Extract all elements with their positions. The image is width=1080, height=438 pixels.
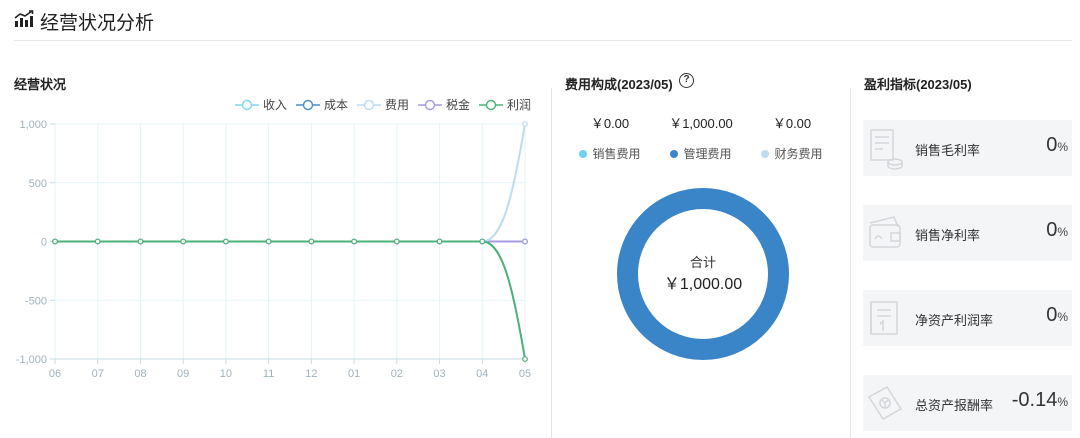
x-tick-label: 05: [519, 368, 531, 380]
kpi-label: 销售毛利率: [915, 143, 981, 158]
legend-label: 财务费用: [774, 147, 823, 161]
legend-dot: [761, 150, 770, 158]
y-tick-label: -1,000: [16, 354, 47, 366]
legend-item[interactable]: 税金: [418, 97, 470, 112]
legend-item[interactable]: 成本: [296, 98, 348, 112]
wallet-card-icon: [869, 216, 901, 248]
bar-chart-trend-icon: [14, 10, 34, 27]
legend-marker: [241, 99, 253, 111]
kpi-value: -0.14: [1011, 389, 1058, 411]
money-stamp-icon: [867, 386, 903, 420]
kpi-label: 净资产利润率: [915, 313, 994, 328]
legend-dot: [579, 150, 588, 158]
legend-item: 财务费用: [732, 145, 852, 162]
data-point: [137, 238, 144, 245]
data-point: [479, 238, 486, 245]
legend-label: 利润: [507, 98, 531, 112]
x-tick-label: 07: [92, 368, 104, 380]
legend-marker: [363, 99, 375, 111]
x-tick-label: 09: [177, 368, 189, 380]
data-point: [436, 238, 443, 245]
kpi-value-group: 0%: [1046, 219, 1068, 242]
legend-label: 管理费用: [683, 147, 732, 161]
kpi-unit: %: [1057, 310, 1068, 324]
y-tick-label: 500: [29, 178, 47, 190]
x-tick-label: 03: [433, 368, 445, 380]
data-point: [351, 238, 357, 245]
section-divider: [850, 88, 851, 438]
kpi-gross-margin[interactable]: 销售毛利率 0%: [863, 120, 1072, 176]
y-tick-label: 0: [41, 237, 47, 249]
receipt-coins-icon: [870, 129, 903, 170]
kpi-value: 0: [1046, 219, 1058, 241]
legend-item[interactable]: 收入: [235, 98, 287, 112]
data-point: [180, 238, 187, 245]
legend-item[interactable]: 利润: [479, 98, 531, 112]
kpi-roe[interactable]: 净资产利润率 0%: [863, 290, 1072, 346]
donut-total-label: 合计: [689, 255, 716, 270]
kpi-label: 销售净利率: [915, 228, 981, 243]
data-point: [52, 238, 58, 245]
y-tick-label: 1,000: [19, 119, 47, 131]
kpi-unit: %: [1057, 395, 1068, 409]
kpi-roa[interactable]: 总资产报酬率 -0.14%: [863, 375, 1072, 431]
data-point: [522, 238, 528, 245]
legend-marker: [424, 99, 436, 111]
cost-value: ￥0.00: [772, 116, 812, 131]
data-point: [522, 121, 528, 127]
donut-total-value: ￥1,000.00: [663, 276, 743, 293]
y-tick-label: -500: [25, 295, 47, 307]
legend-marker: [302, 99, 314, 111]
x-tick-label: 06: [49, 368, 61, 380]
x-tick-label: 12: [305, 368, 317, 380]
question-circle-icon[interactable]: ?: [679, 73, 694, 88]
cost-section-title: 费用构成(2023/05): [565, 77, 673, 92]
data-point: [393, 238, 400, 245]
data-point: [522, 356, 528, 362]
x-tick-label: 02: [391, 368, 403, 380]
ledger-book-icon: [870, 301, 898, 335]
kpi-net-margin[interactable]: 销售净利率 0%: [863, 205, 1072, 261]
data-point: [94, 238, 101, 245]
x-tick-label: 10: [220, 368, 232, 380]
data-point: [223, 238, 229, 245]
legend-label: 收入: [263, 98, 287, 112]
kpi-value: 0: [1046, 134, 1058, 156]
legend-item[interactable]: 费用: [357, 98, 409, 112]
kpi-value-group: -0.14%: [1012, 389, 1068, 412]
cost-item-finance[interactable]: ￥0.00 财务费用: [732, 113, 852, 162]
x-tick-label: 04: [476, 368, 488, 380]
page-header: 经营状况分析: [0, 0, 1080, 42]
kpi-label: 总资产报酬率: [915, 398, 994, 413]
business-line-chart[interactable]: 1,000 500 0 -500 -1,00006 07 08 09 10 11 12 01 02 03 0…: [0, 88, 550, 388]
kpi-value-group: 0%: [1046, 134, 1068, 157]
legend-marker: [485, 99, 497, 111]
data-point: [265, 238, 272, 245]
kpi-value: 0: [1046, 304, 1058, 326]
kpi-unit: %: [1057, 225, 1068, 239]
x-tick-label: 01: [348, 368, 360, 380]
legend-label: 费用: [385, 98, 409, 112]
x-tick-label: 08: [134, 368, 146, 380]
page-title: 经营状况分析: [40, 13, 155, 34]
legend-label: 税金: [446, 97, 470, 112]
kpi-value-group: 0%: [1046, 304, 1068, 327]
header-divider: [14, 40, 1072, 41]
legend-label: 成本: [324, 98, 348, 112]
kpi-unit: %: [1057, 140, 1068, 154]
x-tick-label: 11: [263, 368, 274, 380]
legend-dot: [670, 150, 679, 158]
data-point: [308, 238, 315, 245]
profit-section-title: 盈利指标(2023/05): [864, 77, 972, 92]
legend-label: 销售费用: [592, 147, 641, 161]
